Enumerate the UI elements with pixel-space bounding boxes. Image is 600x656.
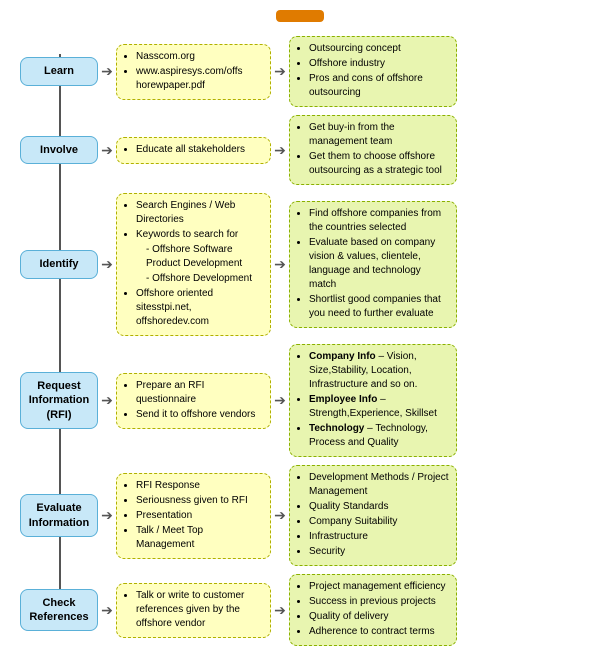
step-row-involve: Involve➔Educate all stakeholders➔Get buy… — [20, 115, 590, 185]
step-row-identify: Identify➔Search Engines / Web Directorie… — [20, 193, 590, 336]
step-box-involve: Involve — [20, 136, 98, 164]
arrow-step-to-middle-rfi: ➔ — [98, 394, 116, 408]
middle-box-involve: Educate all stakeholders — [116, 137, 271, 164]
middle-box-identify: Search Engines / Web DirectoriesKeywords… — [116, 193, 271, 336]
right-box-check: Project management efficiencySuccess in … — [289, 574, 457, 646]
middle-box-learn: Nasscom.orgwww.aspiresys.com/offs horewp… — [116, 44, 271, 100]
arrow-step-to-middle-identify: ➔ — [98, 258, 116, 272]
arrow-step-to-middle-learn: ➔ — [98, 65, 116, 79]
step-box-rfi: Request Information (RFI) — [20, 372, 98, 429]
rows-container: Learn➔Nasscom.orgwww.aspiresys.com/offs … — [20, 36, 590, 646]
middle-box-evaluate: RFI ResponseSeriousness given to RFIPres… — [116, 473, 271, 559]
step-row-learn: Learn➔Nasscom.orgwww.aspiresys.com/offs … — [20, 36, 590, 107]
step-row-check: Check References➔Talk or write to custom… — [20, 574, 590, 646]
step-box-identify: Identify — [20, 250, 98, 278]
arrow-middle-to-right-evaluate: ➔ — [271, 509, 289, 523]
right-box-identify: Find offshore companies from the countri… — [289, 201, 457, 328]
step-box-check: Check References — [20, 589, 98, 632]
arrow-middle-to-right-rfi: ➔ — [271, 394, 289, 408]
arrow-step-to-middle-check: ➔ — [98, 603, 116, 617]
step-row-rfi: Request Information (RFI)➔Prepare an RFI… — [20, 344, 590, 457]
arrow-step-to-middle-evaluate: ➔ — [98, 509, 116, 523]
middle-box-rfi: Prepare an RFI questionnaireSend it to o… — [116, 373, 271, 429]
step-row-evaluate: Evaluate Information➔RFI ResponseSerious… — [20, 465, 590, 566]
arrow-middle-to-right-involve: ➔ — [271, 143, 289, 157]
page-title — [276, 10, 324, 22]
arrow-middle-to-right-learn: ➔ — [271, 65, 289, 79]
right-box-rfi: Company Info – Vision, Size,Stability, L… — [289, 344, 457, 457]
arrow-middle-to-right-identify: ➔ — [271, 258, 289, 272]
arrow-step-to-middle-involve: ➔ — [98, 143, 116, 157]
arrow-middle-to-right-check: ➔ — [271, 603, 289, 617]
right-box-learn: Outsourcing conceptOffshore industryPros… — [289, 36, 457, 107]
right-box-involve: Get buy-in from the management teamGet t… — [289, 115, 457, 185]
chart-wrapper: Learn➔Nasscom.orgwww.aspiresys.com/offs … — [10, 36, 590, 646]
middle-box-check: Talk or write to customer references giv… — [116, 583, 271, 638]
step-box-evaluate: Evaluate Information — [20, 494, 98, 537]
step-box-learn: Learn — [20, 57, 98, 85]
right-box-evaluate: Development Methods / Project Management… — [289, 465, 457, 566]
